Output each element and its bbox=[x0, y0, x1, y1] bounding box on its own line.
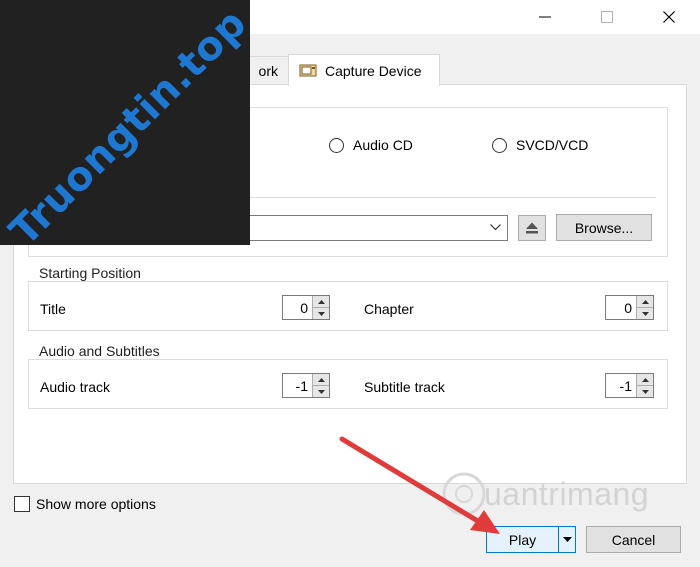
annotation-arrow bbox=[339, 436, 500, 534]
